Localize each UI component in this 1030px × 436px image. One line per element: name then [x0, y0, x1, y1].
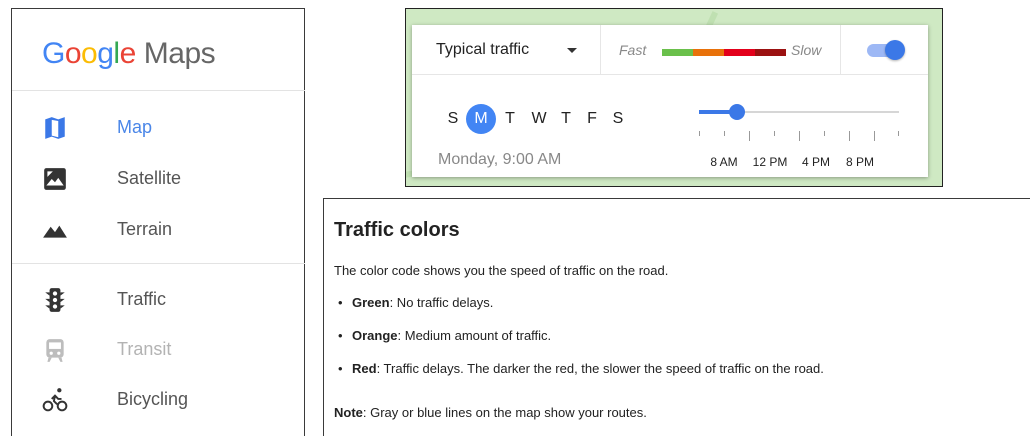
menu-divider — [12, 263, 305, 264]
layer-item-label: Terrain — [117, 219, 173, 239]
layer-item-label: Satellite — [117, 168, 182, 188]
list-item-term: Red — [352, 361, 377, 376]
logo-letter: o — [81, 37, 98, 70]
google-wordmark: Google — [42, 37, 136, 70]
traffic-legend: Fast Slow — [601, 25, 841, 75]
day-tuesday[interactable]: T — [495, 104, 525, 134]
bicycle-icon — [42, 387, 68, 413]
logo-letter: G — [42, 37, 65, 70]
legend-swatch-dark-red — [755, 49, 786, 56]
layer-item-bicycling[interactable]: Bicycling — [12, 377, 305, 423]
day-selector: S M T W T F S — [438, 104, 678, 134]
layer-item-label: Transit — [117, 339, 172, 359]
toggle-knob — [885, 40, 905, 60]
layers-menu: Google Maps Map Satellite Terrain Traffic… — [11, 8, 305, 436]
layer-item-label: Map — [117, 117, 153, 137]
bullet: • — [338, 328, 343, 343]
legend-swatch-orange — [693, 49, 724, 56]
time-slider[interactable]: 8 AM 12 PM 4 PM 8 PM — [699, 104, 904, 175]
terrain-icon — [42, 217, 68, 243]
layer-item-traffic[interactable]: Traffic — [12, 277, 305, 323]
slider-tick — [824, 131, 825, 136]
legend-swatch-red — [724, 49, 755, 56]
layer-item-terrain[interactable]: Terrain — [12, 207, 305, 253]
slider-tick — [724, 131, 725, 136]
note-text: : Gray or blue lines on the map show you… — [362, 405, 647, 420]
maps-wordmark: Maps — [143, 37, 216, 70]
menu-divider — [12, 90, 305, 91]
slider-tick — [849, 131, 850, 141]
bullet: • — [338, 361, 343, 376]
map-background: Typical traffic Fast Slow S M T W T F S … — [405, 8, 943, 187]
list-item: • Red: Traffic delays. The darker the red… — [334, 361, 824, 394]
slider-thumb[interactable] — [729, 104, 745, 120]
layer-item-transit[interactable]: Transit — [12, 327, 305, 373]
slider-tick — [898, 131, 899, 136]
layer-item-label: Traffic — [117, 289, 167, 309]
help-note: Note: Gray or blue lines on the map show… — [334, 405, 647, 420]
logo-letter: o — [64, 37, 82, 70]
list-item: • Orange: Medium amount of traffic. — [334, 328, 824, 361]
selected-time-label: Monday, 9:00 AM — [438, 151, 562, 168]
traffic-toggle[interactable] — [841, 25, 928, 75]
traffic-mode-label: Typical traffic — [436, 41, 530, 58]
traffic-widget-header: Typical traffic Fast Slow — [412, 25, 928, 75]
time-label: 8 AM — [710, 155, 738, 169]
time-label: 12 PM — [752, 155, 788, 169]
legend-swatch-green — [662, 49, 693, 56]
transit-icon — [42, 337, 68, 363]
logo-letter: e — [119, 37, 137, 70]
day-saturday[interactable]: S — [603, 104, 633, 134]
list-item-text: : Traffic delays. The darker the red, th… — [376, 361, 824, 376]
traffic-color-list: • Green: No traffic delays. • Orange: Medi… — [334, 295, 824, 394]
list-item-term: Green — [352, 295, 390, 310]
slider-tick — [799, 131, 800, 141]
note-term: Note — [334, 405, 363, 420]
help-title: Traffic colors — [334, 219, 460, 241]
slider-tick — [749, 131, 750, 141]
traffic-widget: Typical traffic Fast Slow S M T W T F S … — [412, 25, 928, 177]
traffic-mode-dropdown[interactable]: Typical traffic — [412, 25, 601, 75]
day-monday[interactable]: M — [466, 104, 496, 134]
traffic-light-icon — [42, 287, 68, 313]
list-item-text: : Medium amount of traffic. — [397, 328, 552, 343]
google-maps-logo: Google Maps — [42, 37, 216, 77]
time-label: 8 PM — [845, 155, 875, 169]
time-label: 4 PM — [801, 155, 831, 169]
list-item: • Green: No traffic delays. — [334, 295, 824, 328]
slider-tick — [874, 131, 875, 141]
map-icon — [42, 115, 68, 141]
list-item-term: Orange — [352, 328, 398, 343]
layer-item-label: Bicycling — [117, 389, 189, 409]
slider-tick — [699, 131, 700, 136]
layer-item-satellite[interactable]: Satellite — [12, 156, 305, 202]
legend-fast-label: Fast — [619, 42, 647, 58]
help-intro: The color code shows you the speed of tr… — [334, 263, 669, 278]
day-sunday[interactable]: S — [438, 104, 468, 134]
slider-tick — [774, 131, 775, 136]
legend-slow-label: Slow — [791, 42, 822, 58]
day-wednesday[interactable]: W — [524, 104, 554, 134]
bullet: • — [338, 295, 343, 310]
satellite-icon — [42, 166, 68, 192]
list-item-text: : No traffic delays. — [389, 295, 494, 310]
logo-letter: g — [97, 37, 114, 70]
caret-down-icon — [567, 48, 577, 53]
traffic-colors-help: Traffic colors The color code shows you … — [323, 198, 1030, 436]
layer-item-map[interactable]: Map — [12, 105, 305, 151]
